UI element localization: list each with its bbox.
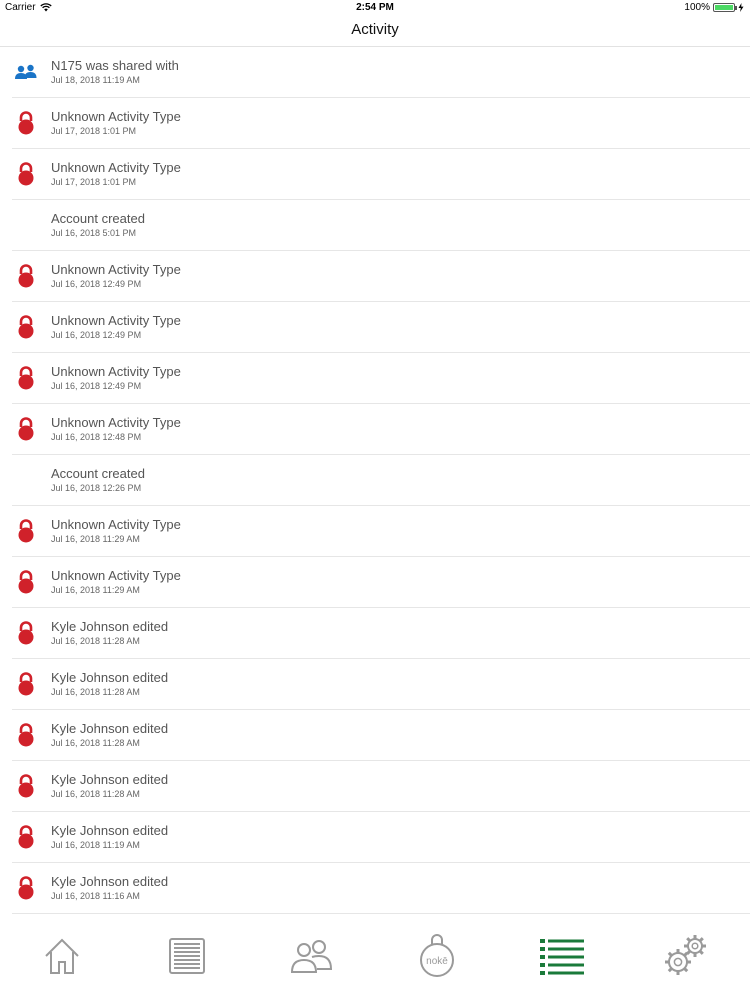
activity-row[interactable]: Kyle Johnson edited Jul 16, 2018 11:28 AM (12, 608, 750, 659)
status-right: 100% (684, 2, 744, 13)
activity-row[interactable]: Kyle Johnson edited Jul 16, 2018 11:28 AM (12, 761, 750, 812)
activity-row[interactable]: N175 was shared with Jul 18, 2018 11:19 A… (12, 47, 750, 98)
status-time: 2:54 PM (356, 2, 394, 13)
activity-row[interactable]: Kyle Johnson edited Jul 16, 2018 11:19 AM (12, 812, 750, 863)
home-icon (42, 936, 82, 981)
activity-list[interactable]: N175 was shared with Jul 18, 2018 11:19 A… (0, 47, 750, 914)
lock-icon (14, 671, 38, 697)
activity-title: Unknown Activity Type (51, 415, 181, 430)
activity-title: Kyle Johnson edited (51, 619, 169, 634)
lock-icon (14, 620, 38, 646)
activity-list-icon (538, 936, 586, 981)
activity-timestamp: Jul 17, 2018 1:01 PM (51, 177, 137, 187)
tab-storage-unit[interactable] (162, 934, 212, 982)
lock-icon (14, 569, 38, 595)
tab-home[interactable] (37, 934, 87, 982)
activity-timestamp: Jul 16, 2018 11:28 AM (51, 789, 140, 799)
tab-users[interactable] (287, 934, 337, 982)
activity-title: Kyle Johnson edited (51, 823, 169, 838)
activity-timestamp: Jul 18, 2018 11:19 AM (51, 75, 140, 85)
activity-timestamp: Jul 16, 2018 12:49 PM (51, 330, 142, 340)
lock-icon (14, 263, 38, 289)
activity-timestamp: Jul 16, 2018 11:29 AM (51, 534, 140, 544)
lock-icon (14, 110, 38, 136)
activity-timestamp: Jul 16, 2018 12:48 PM (51, 432, 142, 442)
activity-title: Unknown Activity Type (51, 364, 181, 379)
people-icon (14, 59, 38, 85)
activity-title: Unknown Activity Type (51, 262, 181, 277)
activity-title: Unknown Activity Type (51, 517, 181, 532)
activity-row[interactable]: Account created Jul 16, 2018 5:01 PM (12, 200, 750, 251)
activity-timestamp: Jul 16, 2018 11:29 AM (51, 585, 140, 595)
activity-title: Unknown Activity Type (51, 160, 181, 175)
settings-gears-icon (662, 934, 712, 983)
users-icon (290, 936, 334, 981)
activity-title: Unknown Activity Type (51, 313, 181, 328)
lock-icon (14, 875, 38, 901)
activity-title: Kyle Johnson edited (51, 772, 169, 787)
activity-row[interactable]: Account created Jul 16, 2018 12:26 PM (12, 455, 750, 506)
lock-icon (14, 365, 38, 391)
nav-bar: Activity (0, 16, 750, 47)
activity-row[interactable]: Unknown Activity Type Jul 17, 2018 1:01 P… (12, 98, 750, 149)
activity-timestamp: Jul 16, 2018 12:49 PM (51, 279, 142, 289)
lock-icon (14, 722, 38, 748)
noke-lock-icon: nokē (417, 933, 457, 983)
storage-unit-icon (167, 936, 207, 981)
activity-timestamp: Jul 16, 2018 12:26 PM (51, 483, 142, 493)
tab-noke-lock[interactable]: nokē (412, 933, 462, 983)
lock-icon (14, 314, 38, 340)
battery-percent: 100% (684, 2, 710, 13)
charging-bolt-icon (738, 3, 744, 12)
activity-title: Unknown Activity Type (51, 568, 181, 583)
activity-row[interactable]: Kyle Johnson edited Jul 16, 2018 11:28 AM (12, 710, 750, 761)
activity-title: Account created (51, 466, 145, 481)
lock-icon (14, 773, 38, 799)
activity-row[interactable]: Kyle Johnson edited Jul 16, 2018 11:28 AM (12, 659, 750, 710)
activity-title: Kyle Johnson edited (51, 721, 169, 736)
tab-activity-list[interactable] (537, 934, 587, 982)
status-bar: Carrier 2:54 PM 100% (0, 0, 750, 16)
activity-timestamp: Jul 16, 2018 12:49 PM (51, 381, 142, 391)
page-title: Activity (351, 21, 399, 38)
lock-icon (14, 416, 38, 442)
activity-row[interactable]: Unknown Activity Type Jul 17, 2018 1:01 P… (12, 149, 750, 200)
activity-row[interactable]: Unknown Activity Type Jul 16, 2018 12:49 … (12, 353, 750, 404)
activity-row[interactable]: Unknown Activity Type Jul 16, 2018 12:49 … (12, 251, 750, 302)
lock-icon (14, 824, 38, 850)
activity-timestamp: Jul 16, 2018 11:16 AM (51, 891, 140, 901)
activity-row[interactable]: Unknown Activity Type Jul 16, 2018 12:48 … (12, 404, 750, 455)
lock-icon (14, 518, 38, 544)
activity-row[interactable]: Kyle Johnson edited Jul 16, 2018 11:16 AM (12, 863, 750, 914)
activity-timestamp: Jul 17, 2018 1:01 PM (51, 126, 137, 136)
activity-timestamp: Jul 16, 2018 5:01 PM (51, 228, 137, 238)
activity-timestamp: Jul 16, 2018 11:28 AM (51, 687, 140, 697)
activity-row[interactable]: Unknown Activity Type Jul 16, 2018 12:49 … (12, 302, 750, 353)
battery-icon (713, 3, 737, 12)
activity-title: N175 was shared with (51, 58, 179, 73)
activity-timestamp: Jul 16, 2018 11:28 AM (51, 738, 140, 748)
svg-text:nokē: nokē (426, 956, 448, 967)
activity-row[interactable]: Unknown Activity Type Jul 16, 2018 11:29 … (12, 557, 750, 608)
activity-row[interactable]: Unknown Activity Type Jul 16, 2018 11:29 … (12, 506, 750, 557)
lock-icon (14, 161, 38, 187)
activity-timestamp: Jul 16, 2018 11:28 AM (51, 636, 140, 646)
tab-settings-gears[interactable] (662, 934, 712, 982)
activity-title: Kyle Johnson edited (51, 670, 169, 685)
tab-bar: nokē (0, 920, 750, 1000)
activity-title: Kyle Johnson edited (51, 874, 169, 889)
activity-title: Account created (51, 211, 145, 226)
activity-timestamp: Jul 16, 2018 11:19 AM (51, 840, 140, 850)
activity-title: Unknown Activity Type (51, 109, 181, 124)
